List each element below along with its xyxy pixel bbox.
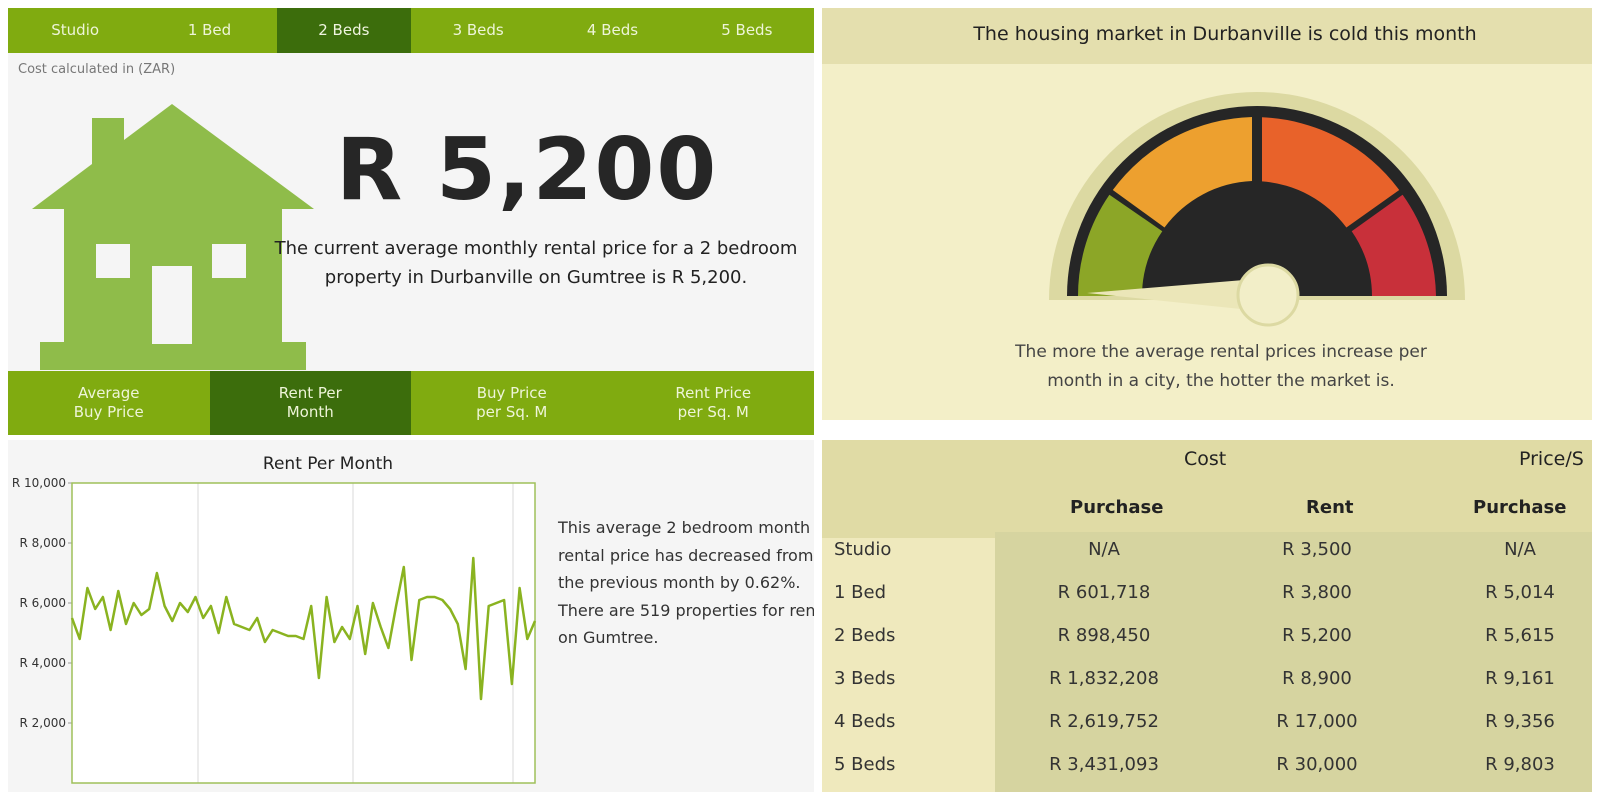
y-tick-label: R 10,000 xyxy=(12,476,66,490)
rent-description: The current average monthly rental price… xyxy=(256,234,814,292)
tab-5-beds[interactable]: 5 Beds xyxy=(680,8,814,53)
row-label: 2 Beds xyxy=(834,625,896,646)
tab-3-beds[interactable]: 3 Beds xyxy=(411,8,545,53)
purchase-cell: R 601,718 xyxy=(1057,582,1151,603)
sqm-cell: R 9,356 xyxy=(1485,711,1555,732)
rent-change-line: This average 2 bedroom month xyxy=(558,518,811,537)
tab-4-beds[interactable]: 4 Beds xyxy=(545,8,679,53)
rent-change-line: There are 519 properties for ren xyxy=(558,600,814,620)
rent-column-header: Rent xyxy=(1306,497,1354,518)
rent-chart-panel: Rent Per Month R 10,000 R 8,000 R 6,000 R 4… xyxy=(8,440,814,792)
rent-change-text: This average 2 bedroom month rental pric… xyxy=(558,514,814,652)
average-rent-price: R 5,200 xyxy=(336,120,719,220)
rent-line-chart: R 10,000 R 8,000 R 6,000 R 4,000 R 2,000 xyxy=(12,476,537,784)
purchase-column-header: Purchase xyxy=(1070,497,1164,518)
metric-label-1: Rent Per xyxy=(278,384,342,402)
y-tick-label: R 4,000 xyxy=(19,656,66,670)
tab-1-bed[interactable]: 1 Bed xyxy=(142,8,276,53)
market-temperature-gauge xyxy=(1049,92,1465,327)
metric-label-2: Buy Price xyxy=(73,403,144,421)
purchase-cell: R 898,450 xyxy=(1057,625,1151,646)
purchase-cell: R 3,431,093 xyxy=(1049,754,1159,775)
description-line-1: The current average monthly rental price… xyxy=(274,238,798,259)
table-row: Studio N/A R 3,500 N/A xyxy=(822,528,1592,571)
cost-group-header: Cost xyxy=(1184,448,1227,470)
metric-label-1: Rent Price xyxy=(675,384,752,402)
metric-label-1: Buy Price xyxy=(476,384,547,402)
tab-buy-price-per-sqm[interactable]: Buy Price per Sq. M xyxy=(411,371,613,435)
sqm-cell: R 5,615 xyxy=(1485,625,1555,646)
purchase-cell: R 1,832,208 xyxy=(1049,668,1159,689)
sqm-purchase-column-header: Purchase xyxy=(1473,497,1567,518)
table-row: 2 Beds R 898,450 R 5,200 R 5,615 xyxy=(822,614,1592,657)
sqm-cell: R 9,803 xyxy=(1485,754,1555,775)
row-label: 3 Beds xyxy=(834,668,896,689)
row-label: 1 Bed xyxy=(834,582,887,603)
rental-summary-panel: Studio 1 Bed 2 Beds 3 Beds 4 Beds 5 Beds… xyxy=(8,8,814,435)
sqm-cell: R 9,161 xyxy=(1485,668,1555,689)
cost-table-panel: Cost Price/S Purchase Rent Purchase Stud… xyxy=(822,440,1592,792)
metric-tabs: Average Buy Price Rent Per Month Buy Pri… xyxy=(8,371,814,435)
explanation-line-2: month in a city, the hotter the market i… xyxy=(1047,371,1395,391)
description-line-2: property in Durbanville on Gumtree is R … xyxy=(324,267,748,288)
metric-label-2: Month xyxy=(286,403,334,421)
rent-cell: R 17,000 xyxy=(1276,711,1358,732)
metric-label-2: per Sq. M xyxy=(476,403,548,421)
rent-cell: R 8,900 xyxy=(1282,668,1352,689)
row-label: 4 Beds xyxy=(834,711,896,732)
rent-cell: R 5,200 xyxy=(1282,625,1352,646)
market-gauge-panel: The housing market in Durbanville is col… xyxy=(822,8,1592,420)
purchase-cell: R 2,619,752 xyxy=(1049,711,1159,732)
explanation-line-1: The more the average rental prices incre… xyxy=(1015,342,1427,362)
price-group-header: Price/S xyxy=(1519,448,1584,470)
y-tick-label: R 8,000 xyxy=(19,536,66,550)
rent-change-line: rental price has decreased from xyxy=(558,545,814,565)
table-row: 5 Beds R 3,431,093 R 30,000 R 9,803 xyxy=(822,743,1592,786)
sqm-cell: N/A xyxy=(1504,539,1536,560)
tab-studio[interactable]: Studio xyxy=(8,8,142,53)
metric-label-1: Average xyxy=(77,384,140,402)
table-row: 4 Beds R 2,619,752 R 17,000 R 9,356 xyxy=(822,700,1592,743)
plot-area xyxy=(72,483,535,783)
y-tick-label: R 6,000 xyxy=(19,596,66,610)
tab-average-buy-price[interactable]: Average Buy Price xyxy=(8,371,210,435)
rent-cell: R 3,500 xyxy=(1282,539,1352,560)
metric-label-2: per Sq. M xyxy=(677,403,749,421)
tab-rent-per-month[interactable]: Rent Per Month xyxy=(209,371,411,435)
purchase-cell: N/A xyxy=(1088,539,1120,560)
row-label: Studio xyxy=(834,539,892,560)
tab-rent-price-per-sqm[interactable]: Rent Price per Sq. M xyxy=(613,371,815,435)
bedroom-tabs: Studio 1 Bed 2 Beds 3 Beds 4 Beds 5 Beds xyxy=(8,8,814,53)
table-row: 3 Beds R 1,832,208 R 8,900 R 9,161 xyxy=(822,657,1592,700)
sqm-cell: R 5,014 xyxy=(1485,582,1555,603)
table-row: 1 Bed R 601,718 R 3,800 R 5,014 xyxy=(822,571,1592,614)
rent-change-line: the previous month by 0.62%. xyxy=(558,573,801,592)
row-label: 5 Beds xyxy=(834,754,896,775)
currency-note: Cost calculated in (ZAR) xyxy=(18,62,176,77)
rent-cell: R 30,000 xyxy=(1276,754,1358,775)
y-tick-label: R 2,000 xyxy=(19,716,66,730)
tab-2-beds[interactable]: 2 Beds xyxy=(276,8,411,53)
rent-change-line: on Gumtree. xyxy=(558,628,659,647)
market-explanation: The more the average rental prices incre… xyxy=(822,338,1592,396)
rent-cell: R 3,800 xyxy=(1282,582,1352,603)
